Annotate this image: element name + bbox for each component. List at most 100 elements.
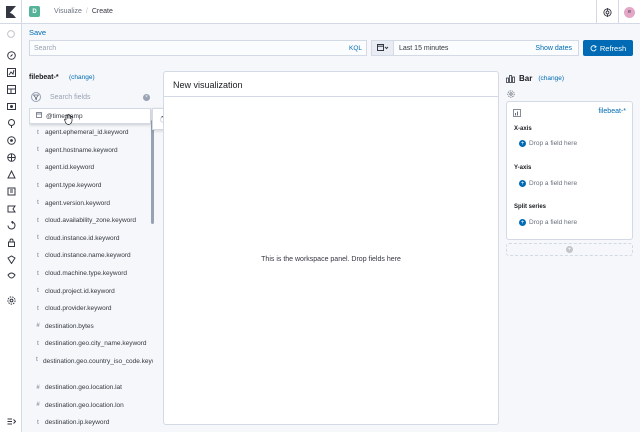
field-item[interactable]: t cloud.instance.name.keyword [29, 247, 153, 265]
visualize-icon[interactable] [5, 66, 17, 78]
field-list-scrollbar[interactable] [151, 120, 154, 224]
save-button[interactable]: Save [29, 28, 46, 37]
collapse-nav-icon[interactable] [5, 415, 17, 427]
clear-search-icon[interactable]: × [143, 93, 150, 101]
help-button[interactable] [596, 0, 618, 24]
breadcrumb-visualize[interactable]: Visualize [54, 8, 82, 15]
siem-icon[interactable] [5, 219, 17, 231]
query-language-toggle[interactable]: KQL [349, 45, 362, 52]
show-dates-button[interactable]: Show dates [535, 45, 572, 52]
discover-icon[interactable] [5, 49, 17, 61]
field-name: cloud.machine.type.keyword [45, 270, 128, 278]
field-item[interactable]: # destination.geo.location.lon [29, 396, 153, 414]
page-title[interactable]: New visualization [173, 80, 243, 90]
machine-learning-icon[interactable] [5, 134, 17, 146]
field-item[interactable]: t cloud.provider.keyword [29, 300, 153, 318]
infrastructure-icon[interactable] [5, 151, 17, 163]
stack-monitoring-icon[interactable] [5, 270, 17, 282]
number-type-icon: # [36, 323, 40, 330]
field-name: agent.ephemeral_id.keyword [45, 129, 129, 137]
workspace-panel[interactable]: New visualization This is the workspace … [163, 71, 499, 425]
field-name: cloud.instance.id.keyword [45, 234, 120, 242]
string-type-icon: t [37, 235, 39, 242]
field-item[interactable]: t cloud.project.id.keyword [29, 282, 153, 300]
field-item[interactable]: # destination.geo.location.lat [29, 379, 153, 397]
field-item[interactable]: t cloud.machine.type.keyword [29, 265, 153, 283]
field-item[interactable]: t destination.geo.city_name.keyword [29, 335, 153, 353]
field-item[interactable]: t destination.ip.keyword [29, 414, 153, 432]
change-chart-type-link[interactable]: (change) [538, 75, 564, 82]
drop-zone-text: Drop a field here [529, 219, 578, 226]
recently-viewed-icon[interactable] [5, 28, 17, 40]
field-item[interactable]: t agent.ephemeral_id.keyword [29, 124, 153, 142]
quick-select-button[interactable] [372, 41, 394, 55]
plus-icon: + [519, 140, 526, 147]
maps-icon[interactable] [5, 117, 17, 129]
search-input[interactable]: Search KQL [29, 40, 367, 56]
field-item[interactable]: t agent.id.keyword [29, 159, 153, 177]
field-name: cloud.instance.name.keyword [45, 252, 131, 260]
filter-icon[interactable] [31, 92, 41, 102]
breadcrumb-create: Create [91, 8, 113, 15]
split-series-drop-zone[interactable]: + Drop a field here [519, 219, 577, 226]
add-layer-button[interactable]: + [506, 243, 633, 256]
x-axis-drop-zone[interactable]: + Drop a field here [519, 140, 577, 147]
x-axis-label: X-axis [514, 126, 532, 132]
y-axis-drop-zone[interactable]: + Drop a field here [519, 180, 577, 187]
field-item[interactable]: # destination.bytes [29, 318, 153, 336]
monitoring-icon[interactable] [5, 253, 17, 265]
layer-index-pattern-link[interactable]: filebeat-* [598, 108, 626, 115]
string-type-icon: t [37, 147, 39, 154]
field-item[interactable]: t agent.version.keyword [29, 194, 153, 212]
field-item[interactable]: t cloud.availability_zone.keyword [29, 212, 153, 230]
grab-cursor-icon [64, 114, 73, 127]
string-type-icon: t [37, 288, 39, 295]
management-gear-icon[interactable] [5, 294, 17, 306]
change-index-pattern-link[interactable]: (change) [69, 74, 95, 81]
field-name: destination.geo.city_name.keyword [45, 340, 147, 348]
refresh-icon [590, 44, 597, 51]
string-type-icon: t [37, 270, 39, 277]
breadcrumb: Visualize / Create [54, 8, 113, 15]
logs-icon[interactable] [5, 168, 17, 180]
canvas-icon[interactable] [5, 100, 17, 112]
field-name: destination.geo.location.lat [45, 384, 122, 392]
dev-tools-icon[interactable] [5, 236, 17, 248]
workspace-empty-message: This is the workspace panel. Drop fields… [261, 256, 401, 263]
field-name: destination.bytes [45, 322, 94, 330]
dashboard-icon[interactable] [5, 83, 17, 95]
field-item[interactable]: t destination.geo.country_iso_code.keywor… [29, 353, 153, 379]
time-range-text[interactable]: Last 15 minutes [399, 45, 448, 52]
date-picker: Last 15 minutes Show dates [371, 40, 579, 56]
user-menu-button[interactable]: e [618, 0, 640, 24]
field-item[interactable]: t agent.hostname.keyword [29, 142, 153, 160]
query-bar: Search KQL Last 15 minutes Show dates Re… [29, 40, 633, 56]
field-name: cloud.availability_zone.keyword [45, 217, 137, 225]
apm-icon[interactable] [5, 185, 17, 197]
number-type-icon: # [36, 384, 40, 391]
field-item-dragged[interactable]: @timestamp [29, 108, 151, 124]
bar-chart-icon [506, 74, 515, 83]
field-name: cloud.project.id.keyword [45, 287, 115, 295]
kibana-logo-icon[interactable] [0, 0, 22, 24]
layer-chart-icon[interactable] [513, 109, 521, 119]
refresh-button[interactable]: Refresh [583, 40, 633, 56]
field-name: cloud.provider.keyword [45, 305, 112, 313]
field-list: @timestamp t agent.ephemeral_id.keyword t a… [29, 108, 153, 432]
field-search-input[interactable]: Search fields × [29, 90, 153, 104]
calendar-icon [376, 44, 388, 51]
avatar: e [624, 6, 635, 18]
drop-zone-text: Drop a field here [529, 140, 578, 147]
uptime-icon[interactable] [5, 202, 17, 214]
field-name: destination.geo.country_iso_code.keyword [43, 357, 153, 365]
space-avatar[interactable]: D [29, 6, 40, 17]
field-name: destination.geo.location.lon [45, 401, 124, 409]
chart-type-header: Bar (change) [506, 74, 564, 83]
chart-type-label: Bar [519, 74, 533, 83]
add-icon: + [566, 246, 573, 253]
field-item[interactable]: t cloud.instance.id.keyword [29, 230, 153, 248]
plus-icon: + [519, 180, 526, 187]
field-item[interactable]: t agent.type.keyword [29, 177, 153, 195]
string-type-icon: t [36, 356, 38, 363]
settings-gear-icon[interactable] [507, 90, 515, 100]
